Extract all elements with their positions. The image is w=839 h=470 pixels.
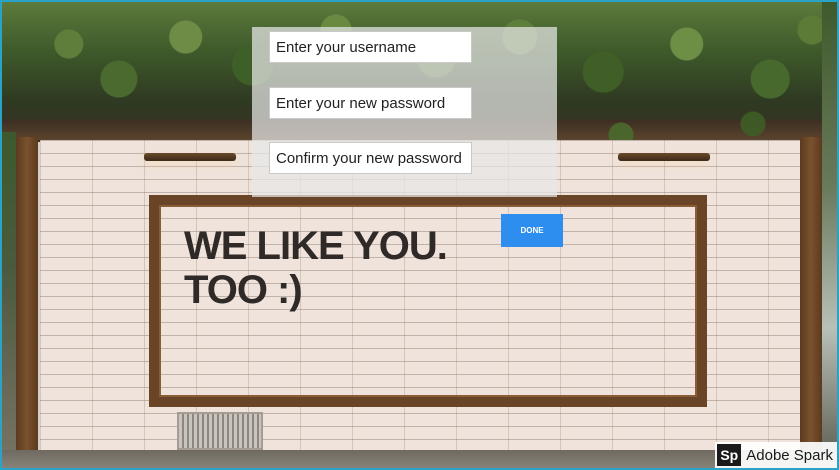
reset-password-form <box>252 27 557 197</box>
watermark-text: Adobe Spark <box>746 446 833 464</box>
outer-left-edge <box>2 132 16 468</box>
new-password-input[interactable] <box>269 87 472 119</box>
ground <box>2 450 837 468</box>
window-frame: WE LIKE YOU. TOO :) DONE Sp Adobe Spark <box>0 0 839 470</box>
wall-message-line-1: WE LIKE YOU. <box>184 224 448 268</box>
wall-lamp-right <box>618 153 710 161</box>
adobe-spark-watermark: Sp Adobe Spark <box>715 442 837 468</box>
confirm-password-input[interactable] <box>269 142 472 174</box>
wall-message: WE LIKE YOU. TOO :) <box>184 224 448 312</box>
right-post <box>800 137 822 457</box>
done-button[interactable]: DONE <box>501 214 563 247</box>
wall-lamp-left <box>144 153 236 161</box>
wall-vent <box>177 412 263 450</box>
outer-right-edge <box>822 2 837 468</box>
adobe-spark-logo-icon: Sp <box>717 444 742 466</box>
wall-message-line-2: TOO :) <box>184 268 303 312</box>
left-post <box>16 137 38 457</box>
username-input[interactable] <box>269 31 472 63</box>
